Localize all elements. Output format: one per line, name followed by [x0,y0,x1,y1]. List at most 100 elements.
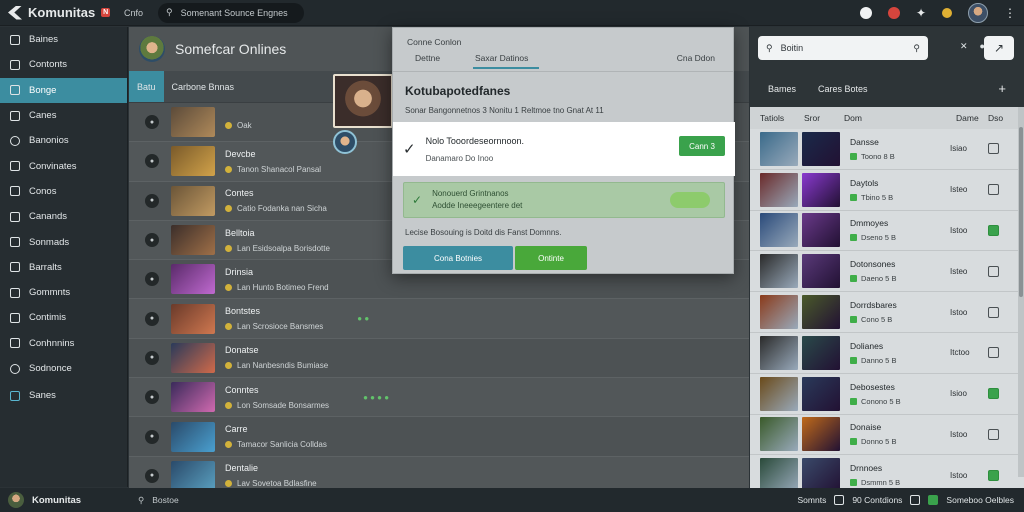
row-thumbnail[interactable] [760,335,798,370]
row-thumbnail[interactable] [171,185,215,216]
row-thumbnail[interactable] [760,254,798,289]
row-thumbnail[interactable] [171,342,215,373]
row-thumbnail[interactable] [802,417,840,452]
close-icon[interactable]: ✕ [960,41,968,52]
row-thumbnail[interactable] [802,376,840,411]
floating-avatar[interactable] [333,130,357,154]
list-item[interactable]: ● Bontstes Lan Scrosioce Bansmes ● ● [129,299,749,339]
row-checkbox[interactable] [988,184,999,196]
row-thumbnail[interactable] [760,131,798,166]
row-thumbnail[interactable] [802,172,840,207]
row-checkbox[interactable] [988,224,999,236]
row-checkbox[interactable] [988,265,999,277]
search-submit-icon[interactable]: ⚲ [913,43,920,54]
row-checkbox[interactable] [988,347,999,359]
table-row[interactable]: Dotonsones Daeno 5 B Isteo [750,251,1024,293]
scroll-thumb[interactable] [1019,127,1023,297]
sidebar-item-13[interactable]: Sodnonce [0,356,127,381]
sidebar-item-5[interactable]: Convinates [0,153,127,178]
table-row[interactable]: Dansse Toono 8 B Isiao [750,129,1024,170]
dialog-tab-0[interactable]: Dettne [415,53,440,63]
list-item[interactable]: ● Donatse Lan Nanbesndis Bumiase [129,338,749,379]
global-search-input[interactable]: ⚲ Somenant Sounce Engnes [158,2,304,23]
upload-button[interactable]: ↗ [984,36,1014,60]
sidebar-item-0[interactable]: Baines [0,27,127,52]
sidebar-item-1[interactable]: Contonts [0,52,127,77]
row-thumbnail[interactable] [171,225,215,256]
sidebar-item-14[interactable]: Sanes [0,383,127,408]
table-row[interactable]: Debosestes Conono 5 B Isioo [750,374,1024,415]
pin-icon[interactable]: ✦ [916,6,926,20]
menu-icon[interactable]: ⋮ [1004,6,1016,20]
table-row[interactable]: Donaise Donno 5 B Istoo [750,415,1024,456]
notice-button[interactable]: Cann 3 [679,136,725,156]
user-avatar[interactable] [968,3,988,23]
list-item[interactable]: ● Conntes Lon Somsade Bonsarmes ● ● ● ● [129,378,749,418]
dialog-tab-1[interactable]: Saxar Datinos [473,53,539,69]
add-icon[interactable]: + [998,81,1006,96]
sidebar-item-12[interactable]: Conhnnins [0,331,127,356]
row-thumbnail[interactable] [171,107,215,138]
app-logo[interactable]: Komunitas N [0,5,128,20]
sidebar-item-9[interactable]: Barralts [0,255,127,280]
row-thumbnail[interactable] [760,417,798,452]
sidebar-item-2[interactable]: Bonge [0,77,127,103]
row-thumbnail[interactable] [760,172,798,207]
row-thumbnail[interactable] [760,295,798,330]
bottom-profile[interactable]: Komunitas [0,492,128,508]
box-icon[interactable] [834,495,845,505]
row-checkbox[interactable] [988,388,999,400]
bottom-search[interactable]: ⚲ Bostoe [128,495,179,506]
table-row[interactable]: Daytols Tbino 5 B Isteo [750,170,1024,211]
row-thumbnail[interactable] [171,146,215,177]
row-thumbnail[interactable] [802,295,840,330]
panel-tab-1[interactable]: Cares Botes [818,84,868,94]
row-checkbox[interactable] [988,469,999,481]
alert-icon[interactable] [887,7,900,19]
featured-artwork[interactable] [333,74,393,128]
row-thumbnail[interactable] [802,335,840,370]
row-checkbox[interactable] [988,143,999,155]
row-thumbnail[interactable] [802,254,840,289]
tab-0[interactable]: Batu [129,71,164,102]
primary-button[interactable]: Cona Botnies [403,246,513,270]
row-thumbnail[interactable] [760,376,798,411]
row-thumbnail[interactable] [171,460,215,491]
panel-search-input[interactable]: ⚲ Boitin ⚲ [758,36,928,60]
sidebar-item-8[interactable]: Sonmads [0,229,127,254]
sidebar-item-10[interactable]: Gommnts [0,280,127,305]
row-thumbnail[interactable] [171,303,215,334]
row-thumbnail[interactable] [802,131,840,166]
row-thumbnail[interactable] [171,382,215,413]
sidebar-item-11[interactable]: Contimis [0,305,127,330]
table-row[interactable]: Dolianes Danno 5 B Itctoo [750,333,1024,374]
bottom-item-0[interactable]: Somnts [798,495,827,505]
sidebar-item-3[interactable]: Canes [0,103,127,128]
row-thumbnail[interactable] [760,213,798,248]
panel-tab-0[interactable]: Bames [768,84,796,94]
secondary-button[interactable]: Ontinte [515,246,587,270]
sidebar-item-4[interactable]: Banonios [0,128,127,153]
help-icon[interactable] [859,7,872,19]
tab-1[interactable]: Carbone Bnnas [164,71,243,102]
row-thumbnail[interactable] [802,213,840,248]
box-icon[interactable] [910,495,921,505]
dialog-tab-2[interactable]: Cna Ddon [677,53,715,63]
bottom-item-1[interactable]: 90 Contdions [852,495,902,505]
search-icon: ⚲ [166,7,173,17]
alert-toggle[interactable] [670,192,710,208]
online-icon[interactable] [928,495,939,505]
row-thumbnail[interactable] [171,421,215,452]
channel-avatar[interactable] [139,36,165,62]
list-item[interactable]: ● Carre Tamacor Sanlicia Colldas [129,417,749,457]
bottom-item-2[interactable]: Someboo Oelbles [946,495,1014,505]
table-row[interactable]: Dorrdsbares Cono 5 B Istoo [750,292,1024,333]
row-thumbnail[interactable] [171,264,215,295]
status-icon[interactable] [942,8,952,18]
table-row[interactable]: Dmmoyes Dseno 5 B Istoo [750,211,1024,252]
row-checkbox[interactable] [988,428,999,440]
sidebar-item-7[interactable]: Canands [0,204,127,229]
top-nav-link[interactable]: Cnfo [124,8,152,18]
sidebar-item-6[interactable]: Conos [0,179,127,204]
row-checkbox[interactable] [988,306,999,318]
